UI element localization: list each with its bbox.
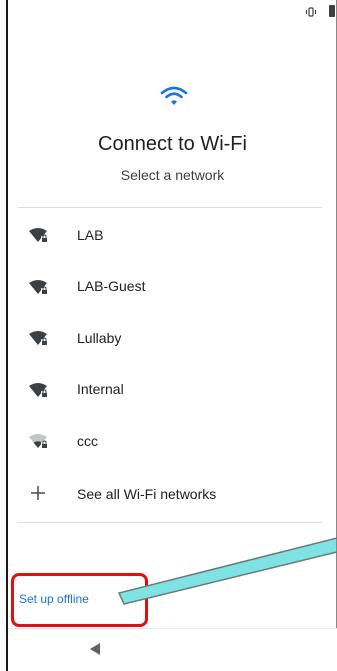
wifi-locked-icon [29,331,48,345]
plus-icon [31,486,45,500]
network-name: LAB [77,226,104,243]
page-subtitle: Select a network [120,167,225,183]
list-top-divider [18,207,322,208]
highlight-box [11,573,148,627]
network-name: LAB-Guest [77,278,146,295]
network-item[interactable]: LAB [18,209,322,261]
navigation-bar [8,628,337,671]
network-item[interactable]: ccc [18,415,322,467]
network-item[interactable]: Internal [18,364,322,416]
list-bottom-divider [18,522,322,523]
wifi-locked-weak-icon [29,434,48,448]
network-name: ccc [77,432,98,449]
network-list: LAB LAB-Guest Lullaby Internal ccc [18,209,322,467]
page-title: Connect to Wi-Fi [98,133,247,155]
wifi-icon [160,86,188,105]
setup-screen: Connect to Wi-Fi Select a network LAB LA… [0,0,337,671]
network-item[interactable]: Lullaby [18,312,322,364]
network-name: Lullaby [77,329,122,346]
vibrate-icon [305,7,317,17]
battery-icon [329,5,335,17]
device-frame-edge [6,0,8,671]
see-all-networks-button[interactable]: See all Wi-Fi networks [18,470,322,522]
network-name: Internal [77,381,124,398]
network-item[interactable]: LAB-Guest [18,261,322,313]
back-icon[interactable] [88,642,102,656]
wifi-locked-icon [29,228,48,242]
wifi-locked-icon [29,279,48,294]
see-all-networks-label: See all Wi-Fi networks [77,486,217,502]
wifi-locked-icon [29,382,48,397]
status-bar [8,0,337,24]
